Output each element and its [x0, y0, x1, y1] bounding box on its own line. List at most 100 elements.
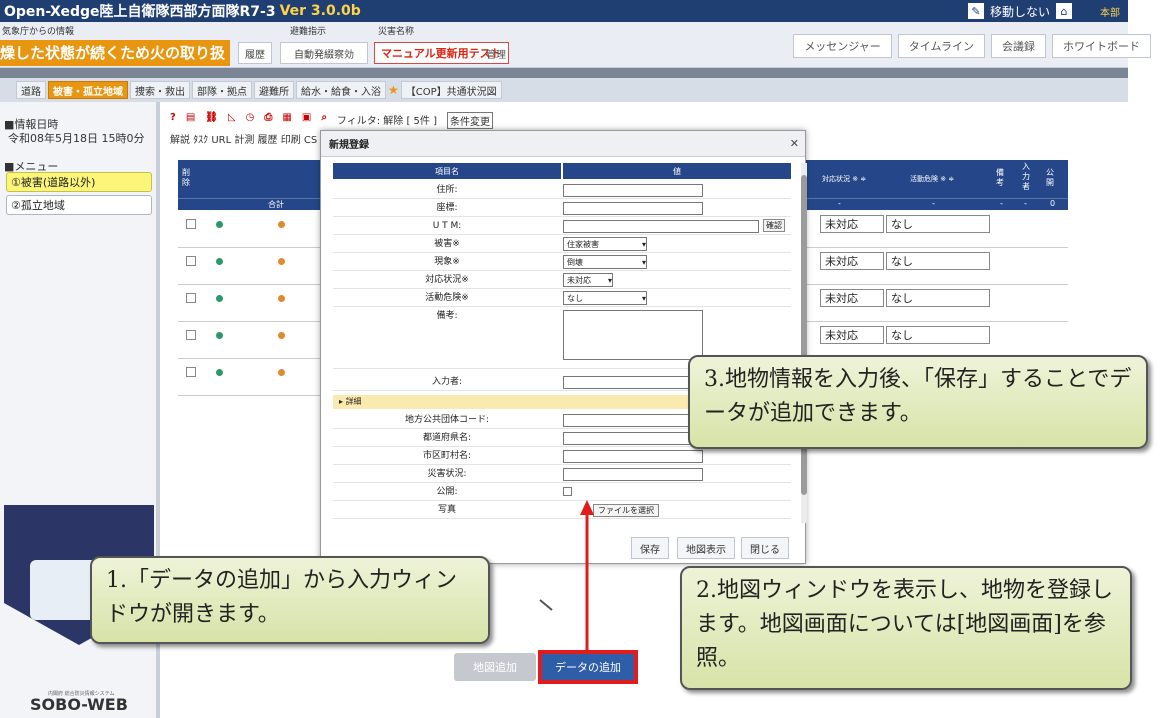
col-inputter[interactable]: 入力者	[1022, 162, 1032, 192]
form-row-phenomenon: 現象※ 倒壊 ▾	[333, 253, 791, 271]
link-icon[interactable]: ⛓	[205, 112, 218, 129]
form-row-photo: 写真 ファイルを選択	[333, 501, 791, 519]
save-icon[interactable]: ▣	[302, 112, 311, 129]
col-danger[interactable]: 活動危険 ※ ≑	[910, 174, 954, 184]
form-row-damage: 被害※ 住家被害 ▾	[333, 235, 791, 253]
danger-select[interactable]: なし ▾	[563, 291, 647, 305]
map-display-button[interactable]: 地図表示	[677, 537, 735, 559]
col-note[interactable]: 備考	[996, 168, 1006, 188]
evac-label: 避難指示	[290, 27, 327, 37]
inputter-input[interactable]	[563, 376, 703, 389]
address-input[interactable]	[563, 184, 703, 197]
local-code-input[interactable]	[563, 414, 703, 427]
phenomenon-select[interactable]: 倒壊 ▾	[563, 255, 647, 269]
row-checkbox[interactable]	[186, 293, 196, 303]
star-icon: ★	[388, 83, 399, 97]
close-icon[interactable]: ✕	[790, 137, 799, 150]
utm-label: U T M:	[432, 221, 462, 231]
row-danger-select[interactable]: なし	[886, 252, 990, 270]
tab-damage-isolated[interactable]: 被害・孤立地域	[48, 81, 128, 99]
row-status-select[interactable]: 未対応	[820, 326, 884, 344]
close-button[interactable]: 閉じる	[741, 537, 789, 559]
row-danger-select[interactable]: なし	[886, 289, 990, 307]
row-status-select[interactable]: 未対応	[820, 215, 884, 233]
form-row-disaster-status: 災害状況:	[333, 465, 791, 483]
coords-input[interactable]	[563, 202, 703, 215]
col-total: 合計	[268, 200, 284, 209]
history-icon[interactable]: ◷	[246, 112, 255, 129]
city-input[interactable]	[563, 450, 703, 463]
minutes-button[interactable]: 会議録	[991, 34, 1046, 58]
sidebar-item-isolated[interactable]: ②孤立地域	[6, 195, 152, 215]
form-row-status: 対応状況※ 未対応 ▾	[333, 271, 791, 289]
print-icon[interactable]: ⎙	[264, 112, 272, 129]
map-add-button[interactable]: 地図追加	[454, 653, 536, 681]
row-checkbox[interactable]	[186, 367, 196, 377]
row-status-select[interactable]: 未対応	[820, 289, 884, 307]
confirm-button[interactable]: 確認	[763, 219, 785, 232]
form-row-public: 公開:	[333, 483, 791, 501]
messenger-button[interactable]: メッセンジャー	[793, 34, 892, 58]
row-danger-select[interactable]: なし	[886, 326, 990, 344]
condition-change-button[interactable]: 条件変更	[446, 112, 493, 129]
tab-shelters[interactable]: 避難所	[254, 81, 294, 99]
home-icon[interactable]: ⌂	[1056, 3, 1072, 19]
disaster-status-input[interactable]	[563, 468, 703, 481]
file-select-button[interactable]: ファイルを選択	[593, 504, 659, 517]
damage-select[interactable]: 住家被害 ▾	[563, 237, 647, 251]
callout-step3: 3.地物情報を入力後、「保存」することでデータが追加できます。	[688, 355, 1148, 449]
note-textarea[interactable]	[563, 310, 703, 360]
form-row-city: 市区町村名:	[333, 447, 791, 465]
row-status-select[interactable]: 未対応	[820, 252, 884, 270]
fire-icon	[278, 258, 285, 265]
tab-cop[interactable]: 【COP】共通状況図	[400, 81, 502, 99]
info-date-value: 令和08年5月18日 15時0分	[8, 132, 145, 145]
col-item-name: 項目名	[333, 163, 561, 179]
status-dot-icon	[216, 258, 223, 265]
tab-road[interactable]: 道路	[16, 81, 46, 99]
row-checkbox[interactable]	[186, 256, 196, 266]
weather-alert-ticker[interactable]: 燥した状態が続くため火の取り扱	[0, 40, 230, 66]
history-button[interactable]: 履歴	[238, 42, 272, 64]
data-add-button[interactable]: データの追加	[538, 650, 638, 684]
measure-icon[interactable]: ◺	[228, 112, 236, 129]
tab-units-bases[interactable]: 部隊・拠点	[192, 81, 252, 99]
sidebar-item-damage[interactable]: ①被害(道路以外)	[6, 172, 152, 192]
note-label: 備考:	[436, 311, 458, 321]
org-label: 本部	[1100, 7, 1120, 19]
fire-icon	[278, 221, 285, 228]
whiteboard-button[interactable]: ホワイトボード	[1052, 34, 1151, 58]
save-button[interactable]: 保存	[631, 537, 669, 559]
collapse-strip[interactable]	[0, 68, 1128, 78]
help-icon[interactable]: ?	[170, 112, 176, 129]
app-version: Ver 3.0.0b	[279, 3, 361, 19]
danger-label: 活動危険※	[425, 293, 469, 303]
status-select[interactable]: 未対応 ▾	[563, 273, 613, 287]
manage-link[interactable]: 管理	[486, 42, 506, 64]
auto-evac-button[interactable]: 自動発綴察効	[280, 42, 368, 64]
public-label: 公開:	[436, 487, 458, 497]
csv-icon[interactable]: ▦	[282, 112, 291, 129]
tab-search-rescue[interactable]: 捜索・救出	[130, 81, 190, 99]
row-checkbox[interactable]	[186, 330, 196, 340]
task-icon[interactable]: ▤	[186, 112, 195, 129]
prefecture-label: 都道府県名:	[422, 433, 472, 443]
move-toggle-label[interactable]: 移動しない	[990, 3, 1050, 20]
status-label: 対応状況※	[425, 275, 469, 285]
top-right-buttons: メッセンジャー タイムライン 会議録 ホワイトボード	[793, 34, 1151, 58]
pencil-icon[interactable]: ✎	[967, 3, 984, 19]
tab-water-food-bath[interactable]: 給水・給食・入浴	[296, 81, 386, 99]
row-danger-select[interactable]: なし	[886, 215, 990, 233]
title-bar: Open-Xedge陸上自衛隊西部方面隊R7-3 Ver 3.0.0b ✎ 移動…	[0, 0, 1128, 22]
utm-input[interactable]	[563, 220, 759, 233]
row-checkbox[interactable]	[186, 219, 196, 229]
prefecture-input[interactable]	[563, 432, 703, 445]
title-bar-controls: ✎ 移動しない ⌂ 本部	[967, 0, 1128, 22]
col-public[interactable]: 公開	[1046, 168, 1056, 188]
local-code-label: 地方公共団体コード:	[404, 415, 490, 425]
col-status[interactable]: 対応状況 ※ ≑	[822, 174, 866, 184]
search-icon[interactable]: ⌕	[321, 112, 327, 129]
timeline-button[interactable]: タイムライン	[897, 34, 985, 58]
public-checkbox[interactable]	[563, 487, 572, 496]
note-dash: -	[1000, 199, 1003, 208]
